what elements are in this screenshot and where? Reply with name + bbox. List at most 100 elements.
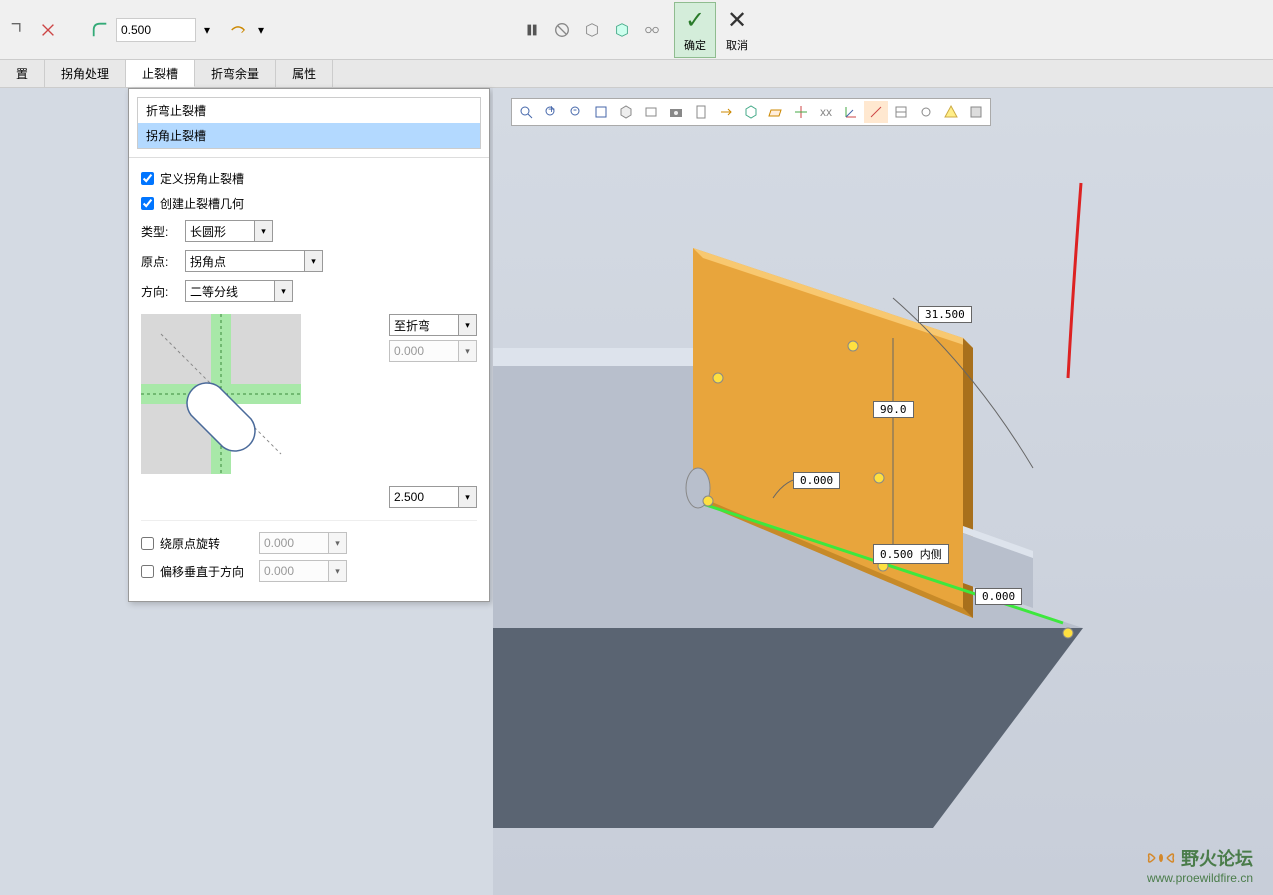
relief-diagram: [141, 314, 301, 474]
cancel-button[interactable]: ✕ 取消: [716, 2, 758, 58]
slot-spin[interactable]: ▾: [459, 486, 477, 508]
axis1-icon[interactable]: [789, 101, 813, 123]
diagram-section: ▾ ▾: [141, 306, 477, 482]
slot-value-row: ▾: [141, 482, 477, 520]
refit-icon[interactable]: [589, 101, 613, 123]
svg-text:xx: xx: [820, 105, 832, 119]
origin-row: 原点: ▾: [141, 246, 477, 276]
view-toolbar: + - xx: [511, 98, 991, 126]
extent-dropdown[interactable]: ▾: [389, 314, 477, 336]
plane-icon[interactable]: [764, 101, 788, 123]
top-toolbar: ▾ ▾ ✓ 确定 ✕ 取消: [0, 0, 1273, 60]
mesh-icon[interactable]: [889, 101, 913, 123]
slot-input[interactable]: [389, 486, 459, 508]
origin-input[interactable]: [185, 250, 305, 272]
watermark-cn: 野火论坛: [1181, 845, 1253, 871]
dim-radius[interactable]: 0.500 内侧: [873, 544, 949, 564]
tab-placement[interactable]: 置: [0, 60, 45, 87]
panel-body: 定义拐角止裂槽 创建止裂槽几何 类型: ▾ 原点: ▾ 方向: ▾: [129, 158, 489, 601]
slot-input-group[interactable]: ▾: [389, 486, 477, 508]
create-label: 创建止裂槽几何: [160, 195, 244, 212]
tab-bar: 置 拐角处理 止裂槽 折弯余量 属性: [0, 60, 1273, 88]
type-input[interactable]: [185, 220, 255, 242]
page-icon[interactable]: [689, 101, 713, 123]
corner-relief-item[interactable]: 拐角止裂槽: [138, 123, 480, 148]
flip-group: ▾: [224, 16, 268, 44]
dim-zero1[interactable]: 0.000: [793, 472, 840, 489]
rotate-input[interactable]: [259, 532, 329, 554]
gear-icon[interactable]: [914, 101, 938, 123]
dim-zero2[interactable]: 0.000: [975, 588, 1022, 605]
bend-icon[interactable]: [86, 16, 114, 44]
direction-label: 方向:: [141, 283, 177, 300]
box-tool-2[interactable]: [608, 16, 636, 44]
define-label: 定义拐角止裂槽: [160, 170, 244, 187]
offset-perp-spin[interactable]: ▾: [329, 560, 347, 582]
box-plus-icon[interactable]: [739, 101, 763, 123]
value-group: ▾: [86, 16, 216, 44]
direction-dd-btn[interactable]: ▾: [275, 280, 293, 302]
offset-input-group[interactable]: ▾: [389, 340, 477, 362]
rotate-input-group[interactable]: ▾: [259, 532, 347, 554]
direction-dropdown[interactable]: ▾: [185, 280, 293, 302]
rotate-label: 绕原点旋转: [160, 535, 220, 552]
define-checkbox[interactable]: [141, 172, 154, 185]
check-icon: ✓: [685, 6, 705, 35]
type-dropdown[interactable]: ▾: [185, 220, 273, 242]
flip-dropdown[interactable]: ▾: [254, 16, 268, 44]
radius-value-input[interactable]: [116, 18, 196, 42]
csys-icon[interactable]: [839, 101, 863, 123]
display-icon[interactable]: [639, 101, 663, 123]
dim-angle[interactable]: 90.0: [873, 401, 914, 418]
offset-input[interactable]: [389, 340, 459, 362]
dim-width[interactable]: 31.500: [918, 306, 972, 323]
bend-relief-item[interactable]: 折弯止裂槽: [138, 98, 480, 123]
tab-properties[interactable]: 属性: [276, 60, 333, 87]
butterfly-icon: [1145, 846, 1177, 870]
glasses-tool[interactable]: [638, 16, 666, 44]
direction-input[interactable]: [185, 280, 275, 302]
sketch-tool-2[interactable]: [34, 16, 62, 44]
viewport-3d[interactable]: + - xx: [493, 88, 1273, 895]
origin-label: 原点:: [141, 253, 177, 270]
box-tool-1[interactable]: [578, 16, 606, 44]
tree-icon[interactable]: [864, 101, 888, 123]
zoom-fit-icon[interactable]: [514, 101, 538, 123]
zoom-in-icon[interactable]: +: [539, 101, 563, 123]
pause-tool[interactable]: [518, 16, 546, 44]
cube-icon[interactable]: [614, 101, 638, 123]
flip-tool[interactable]: [224, 16, 252, 44]
offset-perp-input-group[interactable]: ▾: [259, 560, 347, 582]
axis2-icon[interactable]: xx: [814, 101, 838, 123]
confirm-button[interactable]: ✓ 确定: [674, 2, 716, 58]
arrow-icon[interactable]: [714, 101, 738, 123]
stop-icon[interactable]: [964, 101, 988, 123]
no-tool[interactable]: [548, 16, 576, 44]
zoom-out-icon[interactable]: -: [564, 101, 588, 123]
create-checkbox[interactable]: [141, 197, 154, 210]
extent-dd-btn[interactable]: ▾: [459, 314, 477, 336]
middle-tools: [518, 16, 666, 44]
origin-dd-btn[interactable]: ▾: [305, 250, 323, 272]
offset-spin[interactable]: ▾: [459, 340, 477, 362]
warn-icon[interactable]: [939, 101, 963, 123]
origin-dropdown[interactable]: ▾: [185, 250, 323, 272]
tab-relief[interactable]: 止裂槽: [126, 60, 195, 87]
model-render: [493, 88, 1273, 888]
type-dd-btn[interactable]: ▾: [255, 220, 273, 242]
rotate-checkbox[interactable]: [141, 537, 154, 550]
extent-input[interactable]: [389, 314, 459, 336]
direction-row: 方向: ▾: [141, 276, 477, 306]
camera-icon[interactable]: [664, 101, 688, 123]
cancel-label: 取消: [726, 37, 748, 53]
tab-corner[interactable]: 拐角处理: [45, 60, 126, 87]
define-checkbox-row: 定义拐角止裂槽: [141, 166, 477, 191]
confirm-label: 确定: [684, 37, 706, 53]
value-dropdown-btn[interactable]: ▾: [198, 16, 216, 44]
offset-perp-checkbox[interactable]: [141, 565, 154, 578]
sketch-tool-1[interactable]: [4, 16, 32, 44]
diagram-side-controls: ▾ ▾: [389, 314, 477, 474]
tab-allowance[interactable]: 折弯余量: [195, 60, 276, 87]
rotate-spin[interactable]: ▾: [329, 532, 347, 554]
offset-perp-input[interactable]: [259, 560, 329, 582]
